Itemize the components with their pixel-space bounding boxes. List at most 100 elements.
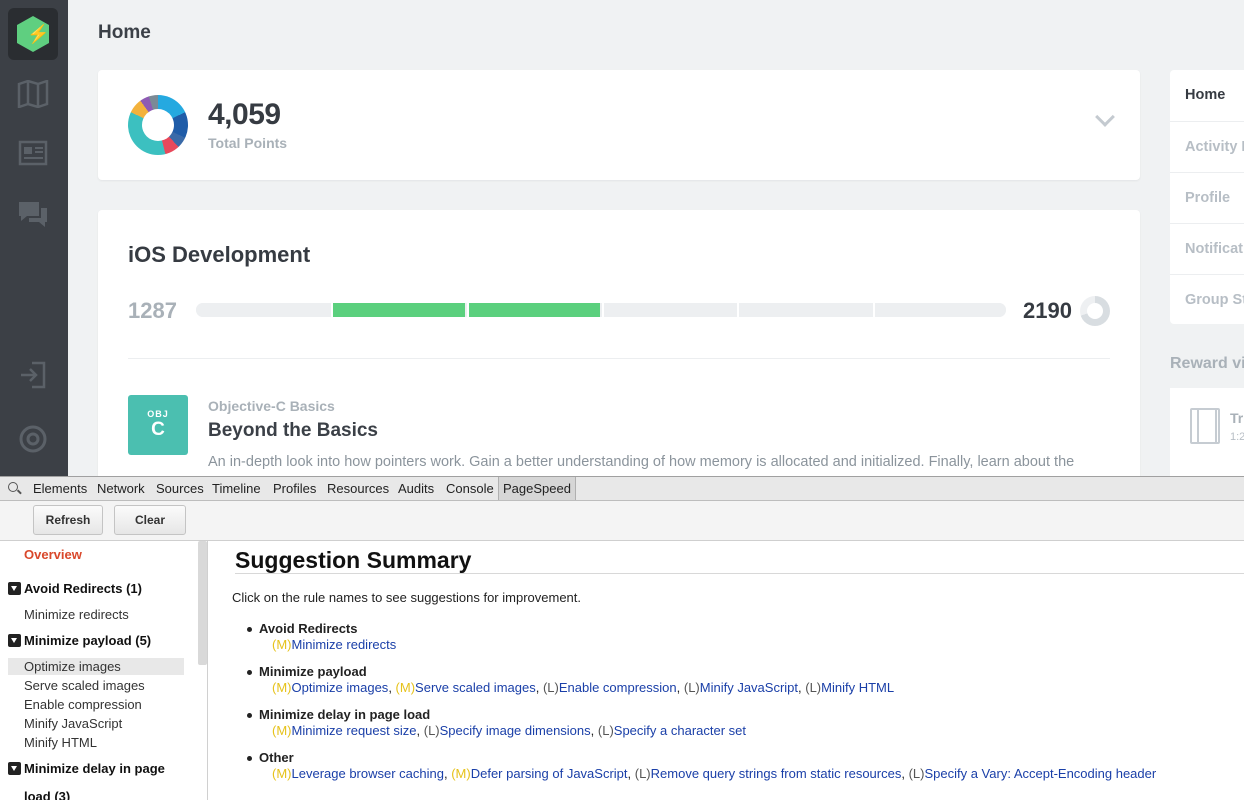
sidebar: ⚡ (0, 0, 68, 476)
priority-label: (M) (272, 637, 292, 652)
rule-name: Other (259, 750, 294, 765)
tree-group-minimize-payload[interactable]: Minimize payload (5) (8, 633, 151, 648)
course-badge[interactable]: OBJ C (128, 395, 188, 455)
suggestion-link[interactable]: Specify a Vary: Accept-Encoding header (924, 766, 1156, 781)
bullet-icon (247, 627, 252, 632)
tree-item-selected[interactable]: Optimize images (8, 658, 184, 675)
tree-item[interactable]: Minify HTML (8, 734, 184, 751)
tree-item[interactable]: Enable compression (8, 696, 184, 713)
course-title[interactable]: Beyond the Basics (208, 420, 378, 442)
bullet-icon (247, 756, 252, 761)
tab-profiles[interactable]: Profiles (269, 477, 320, 500)
suggestion-link[interactable]: Defer parsing of JavaScript (471, 766, 628, 781)
priority-label: (L) (805, 680, 822, 695)
track-min-points: 1287 (128, 298, 177, 323)
tab-console[interactable]: Console (442, 477, 498, 500)
progress-segment (466, 303, 600, 317)
right-nav-item-notifications[interactable]: Notificat (1170, 223, 1244, 274)
priority-label: (M) (272, 680, 292, 695)
disclosure-triangle-icon[interactable] (8, 762, 21, 775)
rule-suggestions: (M)Minimize request size, (L)Specify ima… (272, 723, 747, 738)
app-logo[interactable]: ⚡ (8, 8, 58, 60)
course-category: Objective-C Basics (208, 398, 335, 414)
priority-label: (L) (908, 766, 925, 781)
suggestion-link[interactable]: Enable compression (559, 680, 677, 695)
library-icon[interactable] (16, 140, 50, 170)
tree-item[interactable]: Minify JavaScript (8, 715, 184, 732)
tree-item-overview[interactable]: Overview (24, 547, 82, 562)
tab-timeline[interactable]: Timeline (208, 477, 265, 500)
map-icon[interactable] (16, 79, 50, 110)
track-progress-bar (196, 303, 1006, 317)
tree-group-avoid-redirects[interactable]: Avoid Redirects (1) (8, 581, 142, 596)
rule-group: Avoid Redirects (M)Minimize redirects (247, 621, 396, 653)
devtools-toolbar: Refresh Clear (0, 501, 1244, 541)
reward-heading: Reward vi (1170, 355, 1244, 372)
disclosure-triangle-icon[interactable] (8, 634, 21, 647)
priority-label: (L) (597, 723, 614, 738)
chevron-down-icon[interactable] (1095, 107, 1115, 127)
progress-segment (737, 303, 871, 317)
points-card[interactable]: 4,059 Total Points (98, 70, 1140, 180)
tab-audits[interactable]: Audits (394, 477, 438, 500)
suggestion-link[interactable]: Leverage browser caching (292, 766, 444, 781)
priority-label: (M) (272, 766, 292, 781)
help-icon[interactable] (16, 424, 50, 454)
rule-suggestions: (M)Minimize redirects (272, 637, 396, 653)
tab-sources[interactable]: Sources (152, 477, 208, 500)
tab-elements[interactable]: Elements (29, 477, 91, 500)
priority-label: (L) (683, 680, 700, 695)
right-nav-item-home[interactable]: Home (1170, 70, 1244, 121)
devtools-panel: Elements Network Sources Timeline Profil… (0, 476, 1244, 800)
devtools-tabbar: Elements Network Sources Timeline Profil… (0, 477, 1244, 501)
disclosure-triangle-icon[interactable] (8, 582, 21, 595)
page-title: Home (98, 22, 151, 43)
track-card: iOS Development 1287 2190 OBJ C Objectiv… (98, 210, 1140, 480)
tab-network[interactable]: Network (93, 477, 149, 500)
tab-resources[interactable]: Resources (323, 477, 393, 500)
suggestion-link[interactable]: Serve scaled images (415, 680, 536, 695)
reward-card[interactable]: Tr 1:2 (1170, 388, 1244, 478)
rule-suggestions: (M)Leverage browser caching, (M)Defer pa… (272, 766, 1157, 781)
progress-segment (872, 303, 1006, 317)
right-nav-item-activity[interactable]: Activity F (1170, 121, 1244, 172)
suggestion-link[interactable]: Minimize redirects (292, 637, 397, 652)
suggestion-link[interactable]: Specify a character set (614, 723, 746, 738)
rule-name: Avoid Redirects (259, 621, 358, 636)
tab-pagespeed[interactable]: PageSpeed (498, 477, 576, 500)
reward-title: Tr (1230, 410, 1244, 426)
tree-item[interactable]: Minimize redirects (8, 606, 184, 623)
progress-ring-icon (1080, 296, 1110, 326)
tree-group-minimize-delay[interactable]: Minimize delay in page (8, 761, 165, 776)
suggestion-link[interactable]: Optimize images (292, 680, 389, 695)
clear-button[interactable]: Clear (114, 505, 186, 535)
chat-icon[interactable] (16, 200, 50, 230)
rule-group: Other (M)Leverage browser caching, (M)Def… (247, 750, 1157, 782)
tree-item[interactable]: Serve scaled images (8, 677, 184, 694)
refresh-button[interactable]: Refresh (33, 505, 103, 535)
suggestion-link[interactable]: Specify image dimensions (440, 723, 591, 738)
right-nav-item-group[interactable]: Group St (1170, 274, 1244, 325)
course-description: An in-depth look into how pointers work.… (208, 454, 1075, 470)
right-nav-item-profile[interactable]: Profile (1170, 172, 1244, 223)
sign-in-icon[interactable] (16, 360, 50, 390)
suggestion-link[interactable]: Minify HTML (821, 680, 894, 695)
rule-name: Minimize payload (259, 664, 367, 679)
total-points-value: 4,059 (208, 98, 281, 131)
divider (128, 358, 1110, 359)
suggestion-link[interactable]: Remove query strings from static resourc… (651, 766, 902, 781)
rules-tree: Overview Avoid Redirects (1) Minimize re… (0, 541, 208, 800)
suggestion-link[interactable]: Minify JavaScript (700, 680, 798, 695)
tree-group-minimize-delay-cont[interactable]: load (3) (24, 789, 70, 800)
priority-label: (L) (634, 766, 651, 781)
bullet-icon (247, 670, 252, 675)
priority-label: (L) (542, 680, 559, 695)
scrollbar[interactable] (198, 541, 207, 665)
priority-label: (M) (451, 766, 471, 781)
rule-group: Minimize delay in page load (M)Minimize r… (247, 707, 747, 739)
summary-title: Suggestion Summary (235, 547, 472, 573)
suggestion-link[interactable]: Minimize request size (292, 723, 417, 738)
search-icon[interactable] (8, 482, 18, 492)
logo-icon: ⚡ (17, 16, 49, 52)
progress-segment (196, 303, 330, 317)
